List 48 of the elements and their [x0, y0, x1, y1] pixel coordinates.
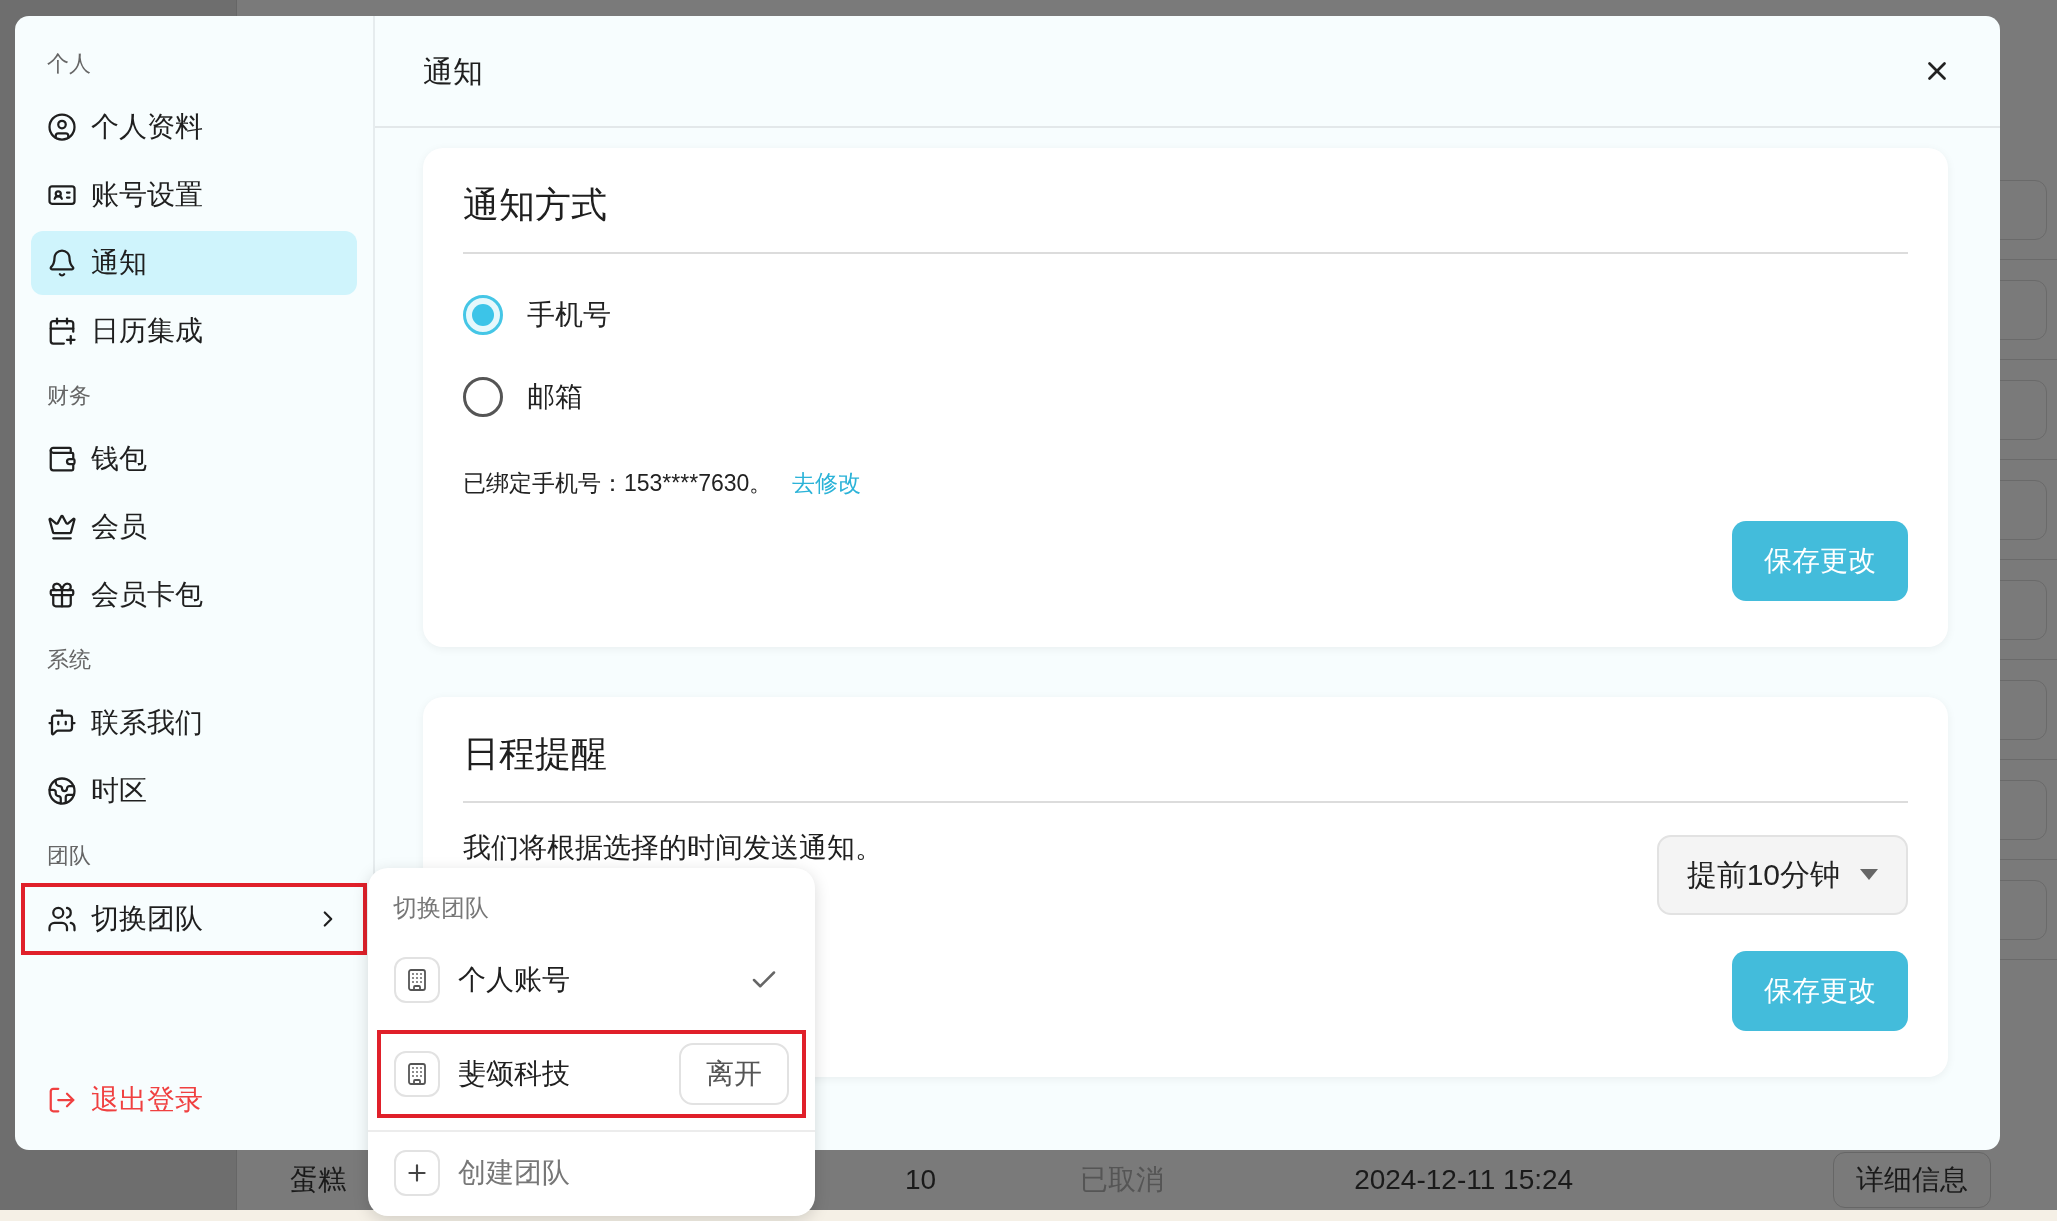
reminder-select[interactable]: 提前10分钟: [1656, 834, 1908, 915]
logout-icon: [47, 1085, 77, 1115]
sidebar-item[interactable]: 会员卡包: [31, 563, 357, 627]
leave-button[interactable]: 离开: [679, 1043, 789, 1105]
dropdown-caret-icon: [1860, 869, 1878, 880]
radio-button[interactable]: [463, 377, 503, 417]
table-cell-text: 10: [905, 1163, 937, 1197]
radio-option[interactable]: 手机号: [463, 294, 611, 336]
dialog-title: 通知: [423, 53, 483, 90]
table-cell-text: 蛋糕: [290, 1163, 346, 1197]
create-team-item[interactable]: 创建团队: [368, 1130, 815, 1196]
building-icon: [394, 1051, 440, 1097]
description-text: 我们将根据选择的时间发送通知。: [463, 830, 883, 865]
bell-icon: [47, 248, 77, 278]
gift-icon: [47, 580, 77, 610]
calendar-icon: [47, 316, 77, 346]
card-title: 通知方式: [463, 178, 1908, 254]
card-title: 日程提醒: [463, 726, 1908, 803]
chat-bot-icon: [47, 708, 77, 738]
sidebar-item[interactable]: 时区: [31, 759, 357, 823]
sidebar-item[interactable]: 日历集成: [31, 299, 357, 363]
logout-button[interactable]: 退出登录: [31, 1070, 357, 1130]
bound-phone-text: 已绑定手机号：153****7630。: [463, 469, 773, 498]
sidebar-section-heading: 个人: [46, 49, 92, 78]
wallet-icon: [47, 444, 77, 474]
sidebar-item[interactable]: 钱包: [31, 427, 357, 491]
team-item[interactable]: 个人账号: [388, 940, 795, 1020]
sidebar-item[interactable]: 切换团队: [25, 887, 363, 951]
sidebar-section-heading: 系统: [46, 645, 92, 674]
sidebar-item[interactable]: 通知: [31, 231, 357, 295]
sidebar-section-heading: 团队: [46, 841, 92, 870]
sidebar-item[interactable]: 个人资料: [31, 95, 357, 159]
radio-option[interactable]: 邮箱: [463, 376, 583, 418]
sidebar-section-heading: 财务: [46, 381, 92, 410]
sidebar-item[interactable]: 会员: [31, 495, 357, 559]
plus-icon: [394, 1150, 440, 1196]
menu-heading: 切换团队: [392, 893, 490, 923]
globe-icon: [47, 776, 77, 806]
radio-button[interactable]: [463, 295, 503, 335]
user-circle-icon: [47, 112, 77, 142]
sidebar-item[interactable]: 联系我们: [31, 691, 357, 755]
crown-icon: [47, 512, 77, 542]
sidebar-item[interactable]: 账号设置: [31, 163, 357, 227]
users-icon: [47, 904, 77, 934]
details-button[interactable]: 详细信息: [1833, 1152, 1992, 1208]
building-icon: [394, 957, 440, 1003]
team-item[interactable]: 斐颂科技 离开: [381, 1034, 802, 1114]
table-cell-text: 2024-12-11 15:24: [1354, 1163, 1574, 1197]
